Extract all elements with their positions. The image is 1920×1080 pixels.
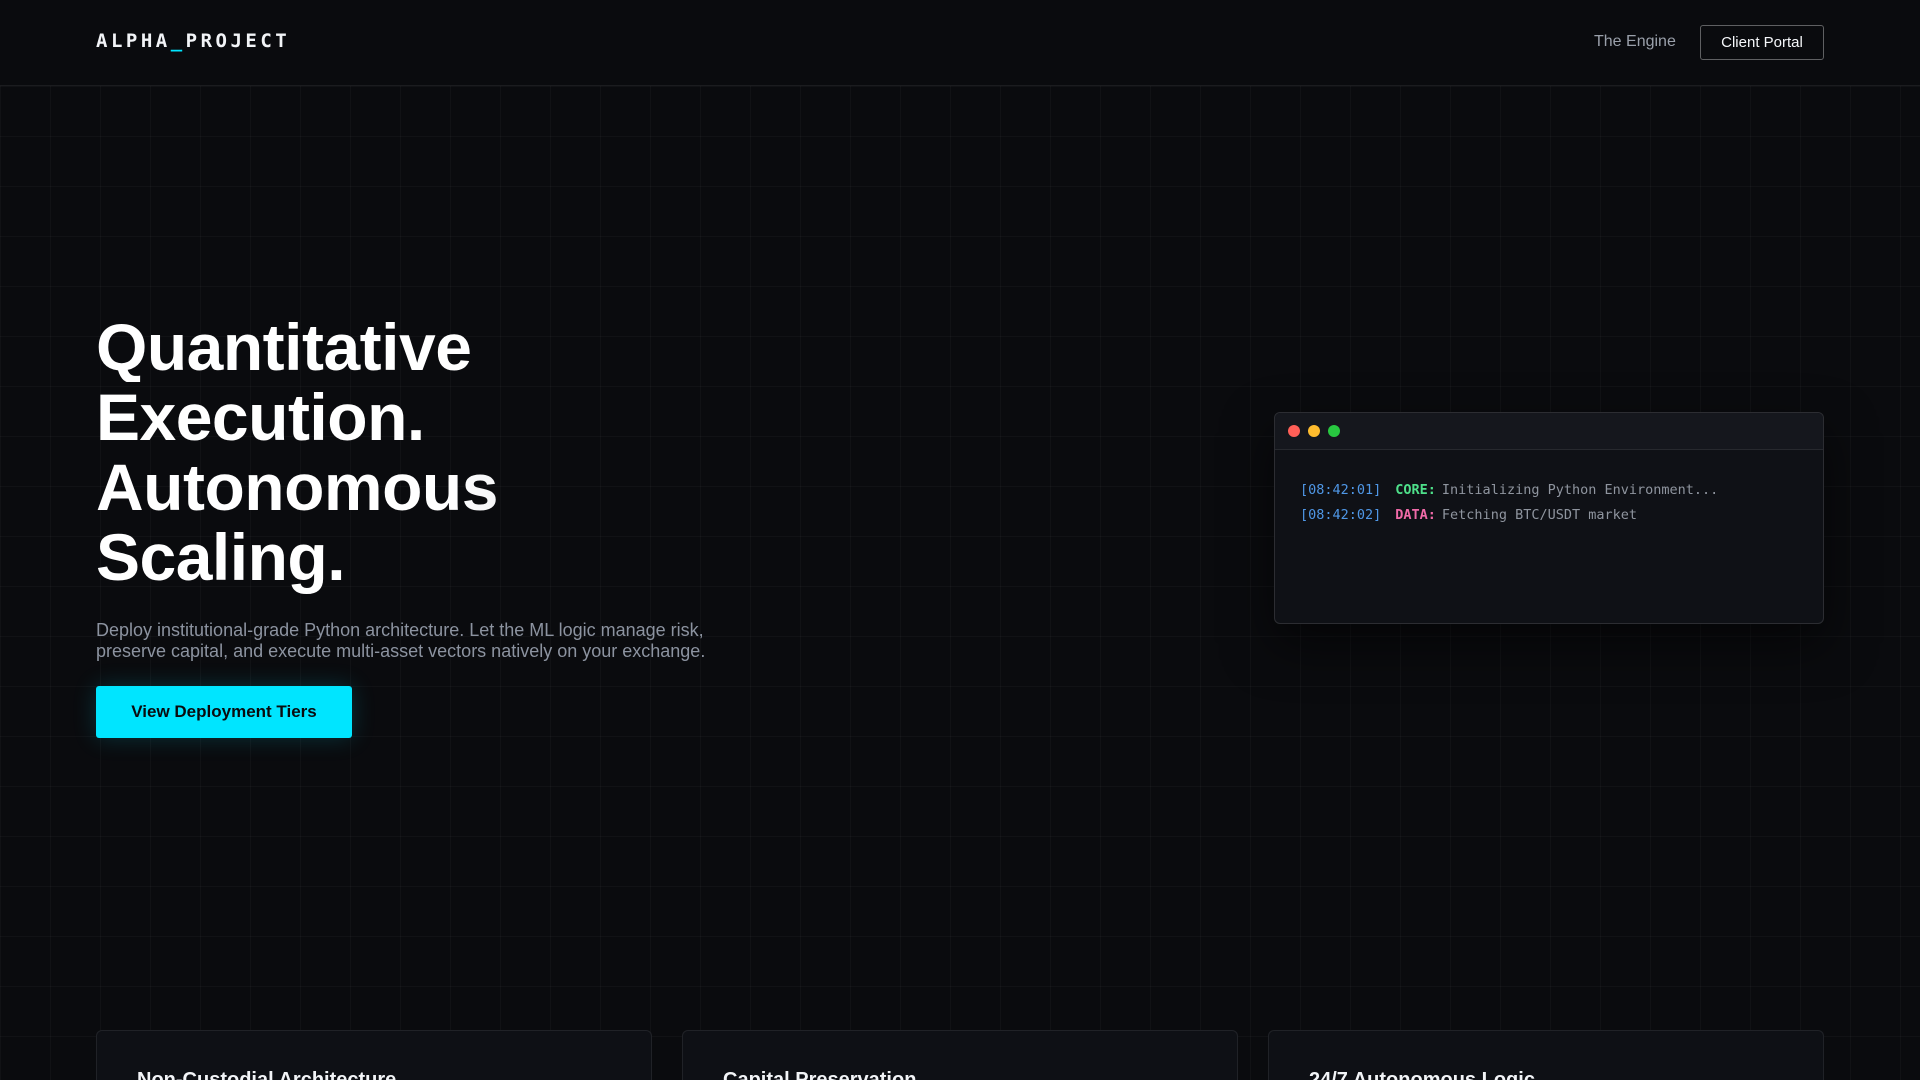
logo-separator: _ [170,30,186,52]
view-deployment-tiers-button[interactable]: View Deployment Tiers [96,686,352,738]
log-timestamp: [08:42:02] [1300,507,1382,523]
hero-headline-line-3: Autonomous [96,452,796,522]
hero-subtitle: Deploy institutional-grade Python archit… [96,620,706,661]
client-portal-button[interactable]: Client Portal [1700,25,1824,60]
terminal-window: [08:42:01] CORE: Initializing Python Envir… [1274,412,1824,624]
log-message: Initializing Python Environment... [1441,482,1719,498]
site-logo[interactable]: ALPHA_PROJECT [96,30,290,52]
feature-card-title: Capital Preservation [723,1069,917,1080]
nav-link-the-engine[interactable]: The Engine [1594,33,1676,51]
logo-prefix: ALPHA [96,30,171,52]
hero-headline-line-1: Quantitative [96,312,796,382]
top-navigation-bar: ALPHA_PROJECT The Engine Client Portal [0,0,1920,86]
feature-card-capital-preservation: Capital Preservation [682,1030,1238,1080]
feature-card-non-custodial: Non-Custodial Architecture [96,1030,652,1080]
log-timestamp: [08:42:01] [1300,482,1382,498]
maximize-dot-icon [1328,425,1340,437]
log-tag: DATA: [1395,507,1436,523]
logo-suffix: PROJECT [185,30,291,52]
feature-card-title: 24/7 Autonomous Logic [1309,1069,1535,1080]
log-line: [08:42:02] DATA: Fetching BTC/USDT market [1300,503,1798,528]
log-message: Fetching BTC/USDT market [1441,507,1637,523]
page: ALPHA_PROJECT The Engine Client Portal Q… [0,0,1920,1080]
terminal-title-bar [1275,413,1823,450]
hero-headline-line-2: Execution. [96,380,425,454]
hero-headline: Quantitative Execution. Autonomous Scali… [96,312,796,592]
feature-card-title: Non-Custodial Architecture [137,1069,397,1080]
feature-card-autonomous-logic: 24/7 Autonomous Logic [1268,1030,1824,1080]
log-line: [08:42:01] CORE: Initializing Python Envir… [1300,478,1798,503]
close-dot-icon [1288,425,1300,437]
log-tag: CORE: [1395,482,1436,498]
terminal-log: [08:42:01] CORE: Initializing Python Envir… [1275,450,1823,528]
minimize-dot-icon [1308,425,1320,437]
hero-headline-line-4: Scaling. [96,520,346,594]
